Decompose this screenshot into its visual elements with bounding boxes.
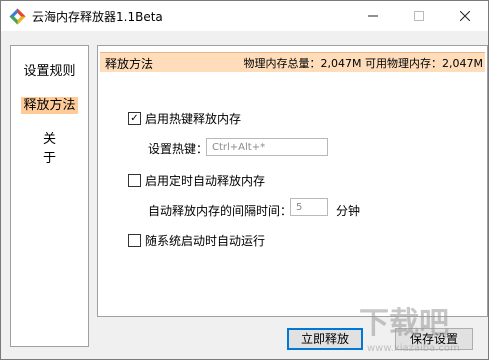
close-icon bbox=[460, 11, 470, 21]
minimize-button[interactable] bbox=[350, 1, 396, 31]
sidebar-item-label: 关 于 bbox=[42, 132, 74, 166]
release-now-button[interactable]: 立即释放 bbox=[287, 328, 363, 350]
save-settings-button[interactable]: 保存设置 bbox=[395, 328, 473, 350]
checkbox-label: 随系统启动时自动运行 bbox=[145, 234, 266, 248]
memory-info: 物理内存总量：2,047M 可用物理内存：2,047M bbox=[243, 57, 483, 70]
section-header: 释放方法 物理内存总量：2,047M 可用物理内存：2,047M bbox=[100, 52, 485, 72]
maximize-icon bbox=[414, 11, 424, 21]
hotkey-enable-checkbox[interactable]: ✓ 启用热键释放内存 bbox=[128, 110, 241, 127]
sidebar-item-release-method[interactable]: 释放方法 bbox=[11, 94, 88, 114]
section-title: 释放方法 bbox=[105, 57, 154, 71]
sidebar-nav: 设置规则 释放方法 关 于 bbox=[10, 45, 89, 347]
checkbox-box[interactable] bbox=[128, 234, 141, 247]
checkbox-label: 启用热键释放内存 bbox=[145, 112, 242, 126]
sidebar-item-label: 设置规则 bbox=[23, 64, 76, 79]
sidebar-item-rules[interactable]: 设置规则 bbox=[11, 60, 88, 79]
interval-unit: 分钟 bbox=[336, 204, 361, 218]
checkbox-box[interactable]: ✓ bbox=[128, 112, 141, 125]
title-bar: 云海内存释放器1.1Beta bbox=[1, 1, 488, 31]
minimize-icon bbox=[368, 15, 378, 17]
interval-input[interactable]: 5 bbox=[290, 198, 328, 216]
hotkey-label: 设置热键： bbox=[148, 142, 209, 156]
app-window: 云海内存释放器1.1Beta 设置规则 释放方法 关 于 释放方法 物理内存总量… bbox=[0, 0, 489, 360]
main-panel: 释放方法 物理内存总量：2,047M 可用物理内存：2,047M ✓ 启用热键释… bbox=[97, 45, 488, 317]
interval-label: 自动释放内存的间隔时间： bbox=[148, 204, 293, 218]
window-title: 云海内存释放器1.1Beta bbox=[32, 10, 163, 24]
checkbox-box[interactable] bbox=[128, 174, 141, 187]
maximize-button[interactable] bbox=[396, 1, 442, 31]
sidebar-item-label: 释放方法 bbox=[21, 97, 78, 114]
hotkey-input[interactable]: Ctrl+Alt+* bbox=[206, 138, 328, 156]
timer-enable-checkbox[interactable]: 启用定时自动释放内存 bbox=[128, 172, 265, 189]
app-logo-icon bbox=[9, 8, 26, 25]
startup-enable-checkbox[interactable]: 随系统启动时自动运行 bbox=[128, 232, 265, 249]
checkbox-label: 启用定时自动释放内存 bbox=[145, 174, 266, 188]
close-button[interactable] bbox=[442, 1, 488, 31]
sidebar-item-about[interactable]: 关 于 bbox=[11, 128, 88, 166]
